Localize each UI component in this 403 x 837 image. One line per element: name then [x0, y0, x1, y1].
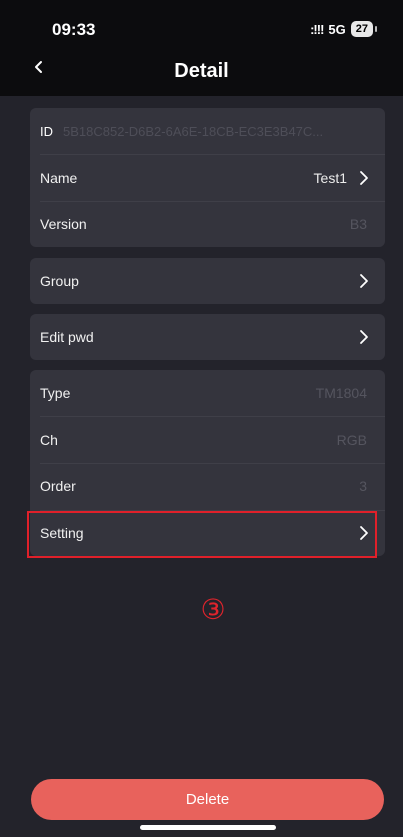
group-card[interactable]: Group [30, 258, 385, 304]
status-indicators: :!!! 5G 27 [310, 21, 378, 37]
ch-row: Ch RGB [40, 417, 385, 463]
type-label: Type [40, 385, 71, 401]
name-row[interactable]: Name Test1 [40, 155, 385, 201]
id-value: 5B18C852-D6B2-6A6E-18CB-EC3E3B47C... [63, 123, 324, 139]
chevron-right-icon [360, 330, 368, 344]
edit-pwd-row[interactable]: Edit pwd [40, 314, 385, 360]
type-value: TM1804 [315, 385, 367, 401]
chevron-right-icon [360, 274, 368, 288]
version-label: Version [40, 216, 87, 232]
battery-icon: 27 [350, 21, 378, 37]
order-row: Order 3 [40, 463, 385, 509]
delete-button[interactable]: Delete [31, 779, 384, 820]
order-label: Order [40, 478, 76, 494]
home-indicator [140, 825, 276, 830]
status-time: 09:33 [52, 20, 96, 39]
ch-label: Ch [40, 432, 58, 448]
id-label: ID [40, 123, 53, 139]
group-row[interactable]: Group [40, 258, 385, 304]
version-row: Version B3 [40, 201, 385, 247]
type-row: Type TM1804 [40, 370, 385, 416]
version-value: B3 [349, 216, 367, 232]
edit-pwd-label: Edit pwd [40, 329, 94, 345]
network-label: 5G [328, 21, 346, 37]
chevron-right-icon [360, 171, 368, 185]
info-card: ID 5B18C852-D6B2-6A6E-18CB-EC3E3B47C... … [30, 108, 385, 247]
group-label: Group [40, 273, 79, 289]
setting-highlight-box [27, 511, 377, 558]
name-label: Name [40, 170, 78, 186]
page-title: Detail [174, 60, 229, 82]
id-row: ID 5B18C852-D6B2-6A6E-18CB-EC3E3B47C... [40, 108, 385, 154]
name-value: Test1 [313, 170, 347, 186]
ch-value: RGB [336, 432, 367, 448]
top-bar: 09:33 :!!! 5G 27 Detail [0, 0, 403, 96]
edit-pwd-card[interactable]: Edit pwd [30, 314, 385, 360]
signal-icon: :!!! [310, 21, 324, 37]
step-marker: ③ [200, 593, 226, 626]
order-value: 3 [359, 478, 367, 494]
